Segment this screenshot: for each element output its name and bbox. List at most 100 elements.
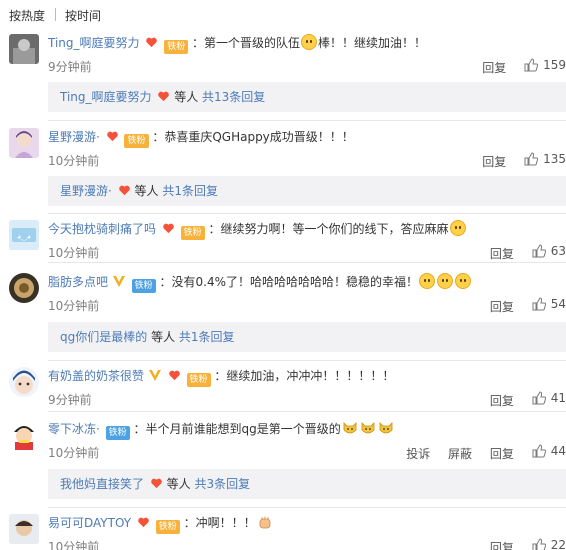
- sub-reply-user[interactable]: qg你们是最棒的: [60, 330, 147, 344]
- like-count: 22: [550, 538, 566, 550]
- comment-username[interactable]: 有奶盖的奶茶很赞: [48, 369, 144, 383]
- comment-text: ：没有0.4%了！哈哈哈哈哈哈哈！稳稳的幸福！: [159, 275, 419, 289]
- sub-reply-user[interactable]: 我他妈直接笑了: [60, 477, 144, 491]
- avatar[interactable]: [9, 420, 39, 450]
- cat-emoji-icon: [379, 422, 393, 434]
- report-button[interactable]: 投诉: [406, 445, 430, 462]
- cry-emoji-icon: [449, 220, 466, 236]
- like-button[interactable]: 22: [532, 538, 566, 550]
- cry-emoji-icon: [301, 34, 318, 50]
- comment-text: ：第一个晋级的队伍: [192, 36, 301, 50]
- iron-fan-badge[interactable]: 铁粉: [105, 426, 130, 440]
- comment-actions: 回复 54: [490, 297, 566, 315]
- comment-actions: 回复 135: [482, 152, 566, 170]
- sub-reply-more-link[interactable]: 共13条回复: [202, 90, 265, 104]
- iron-fan-badge[interactable]: 铁粉: [155, 520, 180, 534]
- fan-heart-icon: [158, 91, 170, 102]
- comment-text: ：半个月前谁能想到qg是第一个晋级的: [133, 422, 341, 436]
- reply-button[interactable]: 回复: [490, 245, 514, 262]
- vip-v-icon: [112, 276, 125, 287]
- comment-actions: 投诉 屏蔽 回复 44: [406, 444, 566, 462]
- like-button[interactable]: 41: [532, 391, 566, 405]
- avatar[interactable]: [9, 128, 39, 158]
- comment-time: 10分钟前: [48, 246, 100, 260]
- block-button[interactable]: 屏蔽: [448, 445, 472, 462]
- sub-reply-summary[interactable]: qg你们是最棒的 等人 共1条回复: [48, 322, 566, 352]
- sub-reply-mid: 等人: [134, 184, 159, 198]
- comment-username[interactable]: 今天抱枕骑刺痛了吗: [48, 222, 156, 236]
- sort-by-hot[interactable]: 按热度: [9, 7, 45, 24]
- comment-divider: [48, 411, 566, 412]
- fan-heart-icon: [163, 223, 174, 234]
- sub-reply-more-link[interactable]: 共1条回复: [179, 330, 235, 344]
- avatar[interactable]: [9, 367, 39, 397]
- iron-fan-badge[interactable]: 铁粉: [180, 226, 205, 240]
- like-button[interactable]: 63: [532, 244, 566, 258]
- like-count: 135: [543, 152, 566, 166]
- comment-username[interactable]: 易可可DAYTOY: [48, 516, 131, 530]
- comment-time: 10分钟前: [48, 446, 100, 460]
- comment-username[interactable]: 脂肪多点吧: [48, 275, 108, 289]
- sub-reply-mid: 等人: [174, 90, 199, 104]
- comment-divider: [48, 507, 566, 508]
- like-button[interactable]: 54: [532, 297, 566, 311]
- sub-reply-summary[interactable]: 我他妈直接笑了 等人 共3条回复: [48, 469, 566, 499]
- sub-reply-summary[interactable]: 星野漫游· 等人 共1条回复: [48, 176, 566, 206]
- like-button[interactable]: 135: [524, 152, 566, 166]
- vip-v-icon: [148, 370, 161, 381]
- comment-time: 9分钟前: [48, 393, 92, 407]
- like-count: 44: [550, 444, 566, 458]
- comment-time: 10分钟前: [48, 540, 100, 550]
- reply-button[interactable]: 回复: [490, 445, 514, 462]
- thumbs-up-icon: [524, 58, 539, 72]
- comment-text: ：继续努力啊！等一个你们的线下，答应麻麻: [208, 222, 449, 236]
- comment-content: Ting_啊庭要努力 铁粉 ：第一个晋级的队伍 棒！！继续加油！！: [48, 34, 426, 54]
- like-button[interactable]: 159: [524, 58, 566, 72]
- iron-fan-badge[interactable]: 铁粉: [186, 373, 211, 387]
- comment-time: 9分钟前: [48, 60, 92, 74]
- comment-divider: [48, 120, 566, 121]
- sub-reply-more-link[interactable]: 共3条回复: [195, 477, 251, 491]
- cat-emoji-icon: [361, 422, 375, 434]
- thumbs-up-icon: [532, 391, 546, 405]
- fist-emoji-icon: [259, 516, 271, 529]
- iron-fan-badge[interactable]: 铁粉: [131, 279, 156, 293]
- sub-reply-mid: 等人: [151, 330, 176, 344]
- fan-heart-icon: [151, 478, 162, 489]
- fan-heart-icon: [168, 370, 180, 381]
- avatar[interactable]: [9, 273, 39, 303]
- sub-reply-user[interactable]: Ting_啊庭要努力: [60, 90, 152, 104]
- avatar[interactable]: [9, 514, 39, 544]
- comment-content: 零下冰冻· 铁粉 ：半个月前谁能想到qg是第一个晋级的: [48, 420, 395, 440]
- fan-heart-icon: [118, 185, 130, 196]
- reply-button[interactable]: 回复: [490, 392, 514, 409]
- thumbs-up-icon: [532, 244, 546, 258]
- sub-reply-user[interactable]: 星野漫游·: [60, 184, 112, 198]
- reply-button[interactable]: 回复: [482, 153, 506, 170]
- comment-username[interactable]: Ting_啊庭要努力: [48, 36, 140, 50]
- comment-username[interactable]: 星野漫游·: [48, 130, 100, 144]
- reply-button[interactable]: 回复: [482, 59, 506, 76]
- comment-actions: 回复 41: [490, 391, 566, 409]
- comment-content: 易可可DAYTOY 铁粉 ：冲啊！！！: [48, 514, 274, 534]
- laugh-emoji-icon: [419, 273, 436, 289]
- svg-text:◕‿◕: ◕‿◕: [17, 234, 31, 241]
- like-button[interactable]: 44: [532, 444, 566, 458]
- sort-by-time[interactable]: 按时间: [65, 7, 101, 24]
- comment-content: 今天抱枕骑刺痛了吗 铁粉 ：继续努力啊！等一个你们的线下，答应麻麻: [48, 220, 467, 240]
- sub-reply-summary[interactable]: Ting_啊庭要努力 等人 共13条回复: [48, 82, 566, 112]
- comment-time: 10分钟前: [48, 154, 100, 168]
- avatar[interactable]: [9, 34, 39, 64]
- fan-heart-icon: [146, 37, 158, 48]
- sub-reply-mid: 等人: [166, 477, 191, 491]
- comment-divider: [48, 360, 566, 361]
- sort-divider: [55, 8, 56, 21]
- avatar[interactable]: ◕‿◕: [9, 220, 39, 250]
- iron-fan-badge[interactable]: 铁粉: [164, 40, 189, 54]
- iron-fan-badge[interactable]: 铁粉: [124, 134, 149, 148]
- comment-actions: 回复 22: [490, 538, 566, 550]
- reply-button[interactable]: 回复: [490, 298, 514, 315]
- comment-username[interactable]: 零下冰冻·: [48, 422, 100, 436]
- sub-reply-more-link[interactable]: 共1条回复: [162, 184, 218, 198]
- reply-button[interactable]: 回复: [490, 539, 514, 550]
